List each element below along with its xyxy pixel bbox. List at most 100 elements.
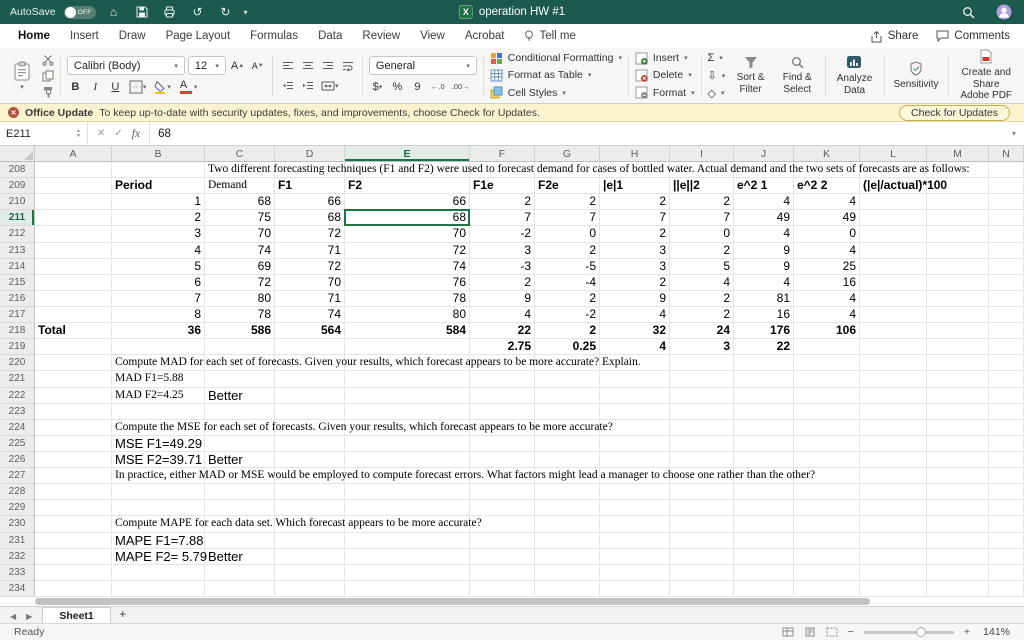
cell-E231[interactable]	[345, 532, 470, 549]
cell-J222[interactable]	[734, 387, 794, 404]
wrap-text-icon[interactable]	[339, 57, 356, 74]
cell-L228[interactable]	[860, 484, 927, 501]
cell-G214[interactable]: -5	[535, 258, 600, 275]
row-header-224[interactable]: 224	[0, 419, 35, 436]
column-header-B[interactable]: B	[112, 146, 205, 161]
font-name-select[interactable]: Calibri (Body) ▾	[66, 56, 185, 75]
find-select-button[interactable]: Find & Select	[776, 51, 819, 100]
cell-M225[interactable]	[927, 435, 989, 452]
insert-function-icon[interactable]: fx	[132, 128, 140, 140]
name-box[interactable]: E211 ▲ ▼	[0, 122, 88, 145]
cell-N220[interactable]	[989, 355, 1024, 372]
cell-N226[interactable]	[989, 451, 1024, 469]
cell-B211[interactable]: 2	[112, 210, 205, 227]
cell-L216[interactable]	[860, 290, 927, 307]
cell-C231[interactable]	[205, 532, 275, 549]
cell-C213[interactable]: 74	[205, 242, 275, 259]
decrease-font-button[interactable]: A ▼	[249, 57, 266, 74]
cell-N233[interactable]	[989, 564, 1024, 581]
cell-H216[interactable]: 9	[600, 290, 670, 307]
cell-F234[interactable]	[470, 580, 535, 597]
cell-N211[interactable]	[989, 210, 1024, 227]
cell-F219[interactable]: 2.75	[470, 339, 535, 356]
cell-F216[interactable]: 9	[470, 290, 535, 307]
cell-C214[interactable]: 69	[205, 258, 275, 275]
cell-I231[interactable]	[670, 532, 734, 549]
name-box-stepper[interactable]: ▲ ▼	[76, 128, 81, 139]
cell-B208[interactable]	[112, 162, 205, 179]
cell-M226[interactable]	[927, 451, 989, 469]
cell-M220[interactable]	[927, 355, 989, 372]
cell-D212[interactable]: 72	[275, 226, 345, 243]
cell-I210[interactable]: 2	[670, 194, 734, 211]
cell-I230[interactable]	[670, 516, 734, 533]
cell-N214[interactable]	[989, 258, 1024, 275]
autosave-toggle[interactable]: OFF	[63, 5, 96, 19]
cell-M214[interactable]	[927, 258, 989, 275]
cancel-entry-icon[interactable]: ✕	[97, 128, 105, 139]
adobe-pdf-button[interactable]: Create and Share Adobe PDF	[954, 49, 1018, 101]
cell-J229[interactable]	[734, 500, 794, 517]
decrease-decimal-button[interactable]: ←.0	[429, 81, 447, 92]
cell-C212[interactable]: 70	[205, 226, 275, 243]
row-header-214[interactable]: 214	[0, 258, 35, 275]
cell-F226[interactable]	[470, 451, 535, 469]
cell-A234[interactable]	[35, 580, 112, 597]
cell-A223[interactable]	[35, 403, 112, 420]
cell-G223[interactable]	[535, 403, 600, 420]
cell-N221[interactable]	[989, 371, 1024, 388]
search-icon[interactable]	[958, 6, 978, 19]
cell-M217[interactable]	[927, 306, 989, 324]
cell-L223[interactable]	[860, 403, 927, 420]
cell-M216[interactable]	[927, 290, 989, 307]
cell-N216[interactable]	[989, 290, 1024, 307]
cell-B217[interactable]: 8	[112, 306, 205, 324]
cell-J232[interactable]	[734, 548, 794, 565]
add-sheet-button[interactable]: +	[111, 607, 135, 623]
cell-C210[interactable]: 68	[205, 194, 275, 211]
cell-G221[interactable]	[535, 371, 600, 388]
cell-L221[interactable]	[860, 371, 927, 388]
cell-I216[interactable]: 2	[670, 290, 734, 307]
cell-M231[interactable]	[927, 532, 989, 549]
cell-J226[interactable]	[734, 451, 794, 469]
cell-K213[interactable]: 4	[794, 242, 860, 259]
row-header-219[interactable]: 219	[0, 339, 35, 356]
cell-E225[interactable]	[345, 435, 470, 452]
cell-A212[interactable]	[35, 226, 112, 243]
cell-A209[interactable]	[35, 178, 112, 195]
cell-N234[interactable]	[989, 580, 1024, 597]
cell-B215[interactable]: 6	[112, 274, 205, 291]
row-header-212[interactable]: 212	[0, 226, 35, 243]
cell-I222[interactable]	[670, 387, 734, 404]
cell-N217[interactable]	[989, 306, 1024, 324]
cell-L211[interactable]	[860, 210, 927, 227]
cell-J234[interactable]	[734, 580, 794, 597]
horizontal-scrollbar[interactable]	[35, 598, 870, 605]
cell-L227[interactable]	[860, 468, 927, 485]
cell-K228[interactable]	[794, 484, 860, 501]
cell-M221[interactable]	[927, 371, 989, 388]
cell-F215[interactable]: 2	[470, 274, 535, 291]
cell-G229[interactable]	[535, 500, 600, 517]
cell-I221[interactable]	[670, 371, 734, 388]
borders-button[interactable]: ▾	[127, 78, 149, 95]
tab-page-layout[interactable]: Page Layout	[156, 24, 241, 48]
cell-C226[interactable]: Better	[205, 451, 275, 469]
cell-L231[interactable]	[860, 532, 927, 549]
cell-F210[interactable]: 2	[470, 194, 535, 211]
cell-B232[interactable]: MAPE F2= 5.79	[112, 548, 207, 565]
page-layout-view-icon[interactable]	[804, 627, 816, 637]
cell-L225[interactable]	[860, 435, 927, 452]
percent-format-button[interactable]: %	[389, 78, 406, 95]
cell-H226[interactable]	[600, 451, 670, 469]
tab-review[interactable]: Review	[352, 24, 410, 48]
merge-center-icon[interactable]: ▾	[319, 77, 341, 94]
cell-B234[interactable]	[112, 580, 205, 597]
cell-D221[interactable]	[275, 371, 345, 388]
cell-C233[interactable]	[205, 564, 275, 581]
cell-H215[interactable]: 2	[600, 274, 670, 291]
cell-K211[interactable]: 49	[794, 210, 860, 227]
cell-D217[interactable]: 74	[275, 306, 345, 324]
cell-M228[interactable]	[927, 484, 989, 501]
